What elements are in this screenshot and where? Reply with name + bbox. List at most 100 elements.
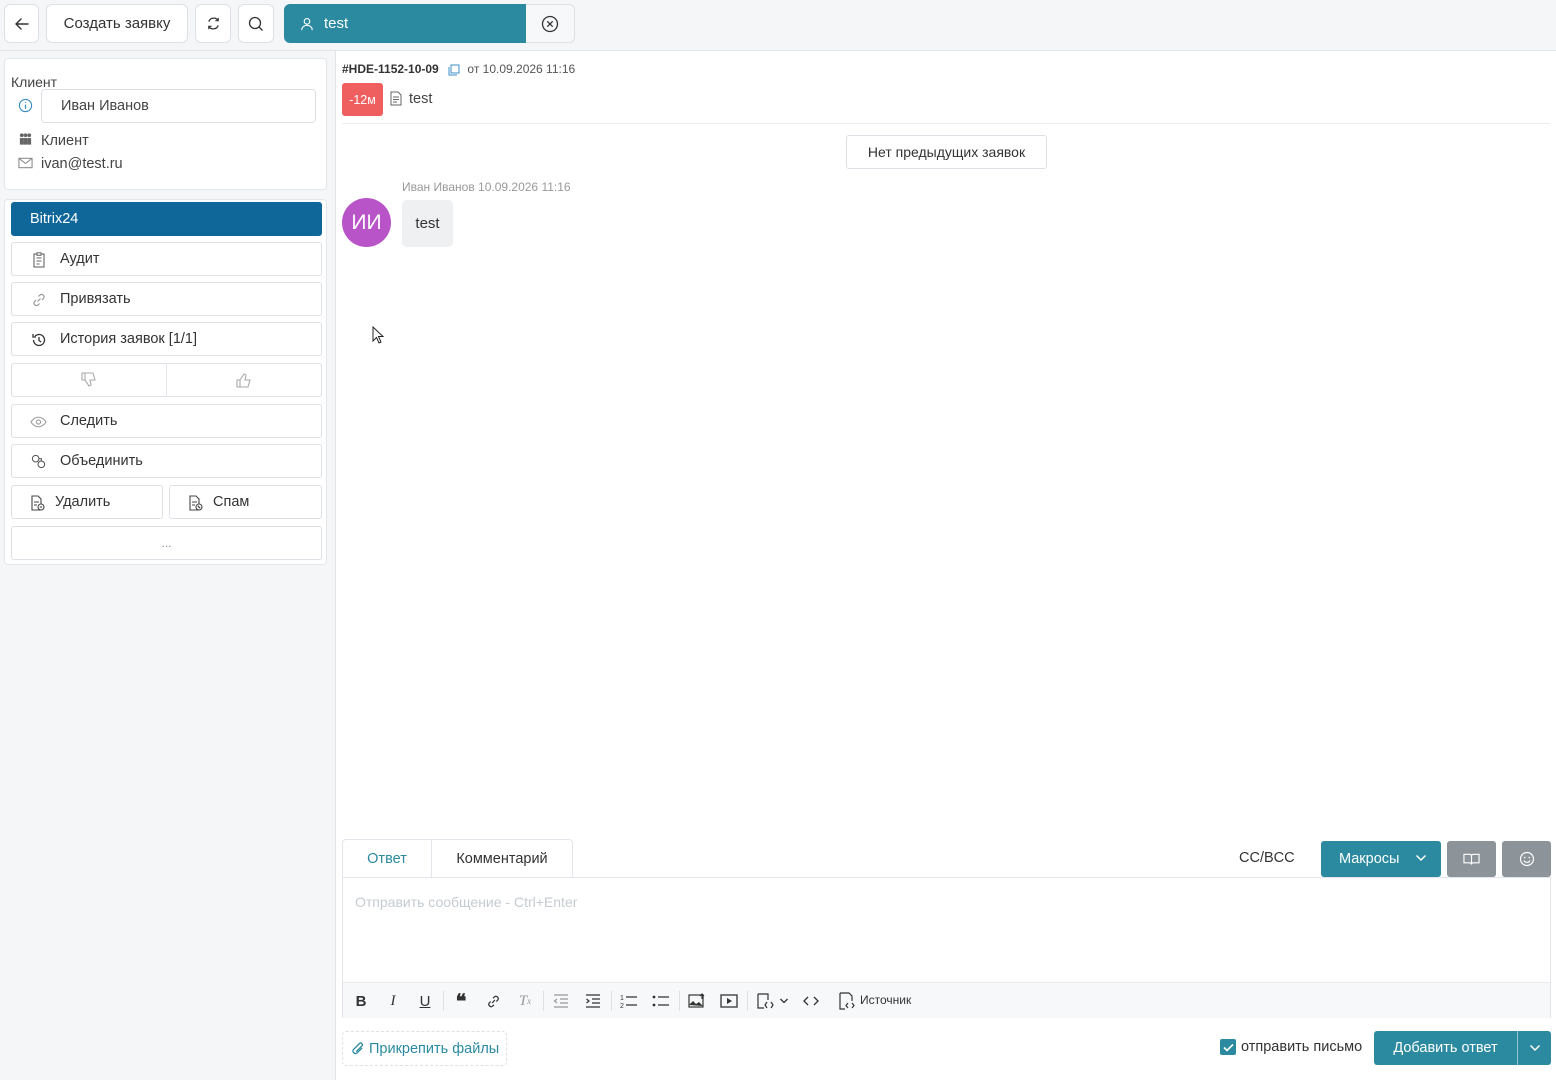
ticket-header: #HDE-1152-10-09 от 10.09.2026 11:16 bbox=[342, 62, 575, 76]
ticket-history-label: История заявок [1/1] bbox=[60, 331, 198, 347]
merge-button[interactable]: Объединить bbox=[11, 444, 322, 478]
toolbar-divider bbox=[679, 991, 680, 1011]
svg-text:2: 2 bbox=[620, 1003, 624, 1009]
check-icon bbox=[1222, 1043, 1234, 1052]
paperclip-icon bbox=[351, 1041, 365, 1057]
client-name-field[interactable]: Иван Иванов bbox=[41, 89, 316, 123]
send-email-label[interactable]: отправить письмо bbox=[1241, 1039, 1362, 1055]
reply-editor: Отправить сообщение - Ctrl+Enter B I U ❝… bbox=[342, 877, 1551, 1018]
actions-card: Bitrix24 Аудит Привязать История заявок … bbox=[4, 199, 327, 565]
knowledge-base-button[interactable] bbox=[1447, 841, 1496, 877]
book-icon bbox=[1463, 852, 1480, 866]
header-divider bbox=[342, 123, 1550, 124]
macros-label: Макросы bbox=[1339, 851, 1400, 867]
arrow-left-icon bbox=[14, 16, 30, 32]
editor-toolbar: B I U ❝ Tx 12 Источник bbox=[343, 982, 1550, 1018]
numbered-list-icon[interactable]: 12 bbox=[618, 991, 640, 1011]
more-actions-button[interactable]: ... bbox=[11, 526, 322, 560]
attach-files-button[interactable]: Прикрепить файлы bbox=[342, 1031, 507, 1066]
link-icon bbox=[30, 291, 47, 308]
thumbs-up-icon bbox=[234, 370, 254, 390]
toolbar-divider bbox=[747, 991, 748, 1011]
macros-button[interactable]: Макросы bbox=[1321, 841, 1441, 877]
back-button[interactable] bbox=[4, 4, 39, 43]
toolbar-divider bbox=[611, 991, 612, 1011]
search-button[interactable] bbox=[238, 4, 274, 43]
emoji-button[interactable] bbox=[1502, 841, 1551, 877]
rating-group bbox=[11, 363, 322, 397]
bullet-list-icon[interactable] bbox=[650, 991, 672, 1011]
bitrix24-button[interactable]: Bitrix24 bbox=[11, 202, 322, 236]
client-card-title: Клиент bbox=[11, 74, 58, 90]
more-actions-label: ... bbox=[161, 536, 172, 550]
active-ticket-tab[interactable]: test bbox=[284, 4, 527, 43]
indent-icon[interactable] bbox=[582, 991, 604, 1011]
ticket-main-panel: #HDE-1152-10-09 от 10.09.2026 11:16 -12м… bbox=[337, 51, 1556, 1080]
follow-label: Следить bbox=[60, 413, 118, 429]
clear-format-icon[interactable]: Tx bbox=[514, 991, 536, 1011]
bind-button[interactable]: Привязать bbox=[11, 282, 322, 316]
follow-button[interactable]: Следить bbox=[11, 404, 322, 438]
toolbar-divider bbox=[443, 991, 444, 1011]
link-icon[interactable] bbox=[482, 991, 504, 1011]
source-icon[interactable] bbox=[835, 991, 857, 1011]
history-icon bbox=[30, 331, 47, 348]
italic-icon[interactable]: I bbox=[382, 991, 404, 1011]
underline-icon[interactable]: U bbox=[414, 991, 436, 1011]
copy-icon[interactable] bbox=[448, 64, 460, 76]
message-meta: Иван Иванов 10.09.2026 11:16 bbox=[402, 180, 571, 194]
envelope-icon bbox=[17, 155, 33, 171]
svg-text:1: 1 bbox=[620, 995, 624, 1002]
audit-icon bbox=[30, 251, 47, 268]
search-icon bbox=[248, 16, 264, 32]
video-icon[interactable] bbox=[718, 991, 740, 1011]
dislike-button[interactable] bbox=[12, 364, 167, 396]
ticket-date: от 10.09.2026 11:16 bbox=[467, 62, 576, 76]
smile-icon bbox=[1519, 851, 1535, 867]
chevron-down-icon bbox=[1529, 1043, 1541, 1053]
client-role: Клиент bbox=[41, 133, 89, 149]
create-ticket-button[interactable]: Создать заявку bbox=[46, 4, 188, 43]
mouse-cursor-icon bbox=[372, 326, 384, 344]
ticket-history-button[interactable]: История заявок [1/1] bbox=[11, 322, 322, 356]
blockquote-icon[interactable]: ❝ bbox=[450, 991, 472, 1013]
client-email[interactable]: ivan@test.ru bbox=[41, 156, 123, 172]
eye-icon bbox=[30, 413, 47, 430]
code-icon[interactable] bbox=[800, 991, 822, 1011]
add-reply-button[interactable]: Добавить ответ bbox=[1374, 1031, 1551, 1065]
tab-comment[interactable]: Комментарий bbox=[432, 840, 572, 878]
close-tab-button[interactable] bbox=[526, 4, 575, 43]
thumbs-down-icon bbox=[79, 370, 99, 390]
like-button[interactable] bbox=[167, 364, 321, 396]
code-snippet-icon[interactable] bbox=[754, 991, 776, 1011]
bold-icon[interactable]: B bbox=[350, 991, 372, 1011]
previous-tickets-button[interactable]: Нет предыдущих заявок bbox=[846, 135, 1047, 169]
delete-button[interactable]: Удалить bbox=[11, 485, 163, 519]
active-tab-label: test bbox=[324, 15, 349, 32]
audit-button[interactable]: Аудит bbox=[11, 242, 322, 276]
document-icon bbox=[390, 91, 402, 106]
image-upload-icon[interactable] bbox=[686, 991, 708, 1011]
send-email-checkbox[interactable] bbox=[1220, 1039, 1236, 1055]
source-label[interactable]: Источник bbox=[860, 993, 911, 1007]
reply-input[interactable]: Отправить сообщение - Ctrl+Enter bbox=[355, 894, 577, 910]
bind-label: Привязать bbox=[60, 291, 131, 307]
audit-label: Аудит bbox=[60, 251, 100, 267]
avatar: ИИ bbox=[342, 198, 391, 247]
toolbar-divider bbox=[543, 991, 544, 1011]
bitrix24-label: Bitrix24 bbox=[30, 211, 79, 227]
ticket-subject: test bbox=[409, 91, 433, 107]
spam-button[interactable]: Спам bbox=[169, 485, 322, 519]
refresh-button[interactable] bbox=[195, 4, 231, 43]
chevron-down-icon[interactable] bbox=[777, 991, 791, 1011]
tab-reply[interactable]: Ответ bbox=[343, 840, 432, 878]
client-card: Клиент Иван Иванов Клиент ivan@test.ru bbox=[4, 58, 327, 190]
spam-label: Спам bbox=[213, 494, 250, 510]
info-icon[interactable] bbox=[17, 97, 33, 113]
attach-files-label: Прикрепить файлы bbox=[369, 1040, 500, 1057]
add-reply-label: Добавить ответ bbox=[1393, 1040, 1498, 1056]
merge-icon bbox=[30, 453, 47, 470]
outdent-icon[interactable] bbox=[550, 991, 572, 1011]
submit-options-dropdown[interactable] bbox=[1517, 1031, 1551, 1065]
cc-bcc-link[interactable]: CC/BCC bbox=[1239, 850, 1295, 866]
